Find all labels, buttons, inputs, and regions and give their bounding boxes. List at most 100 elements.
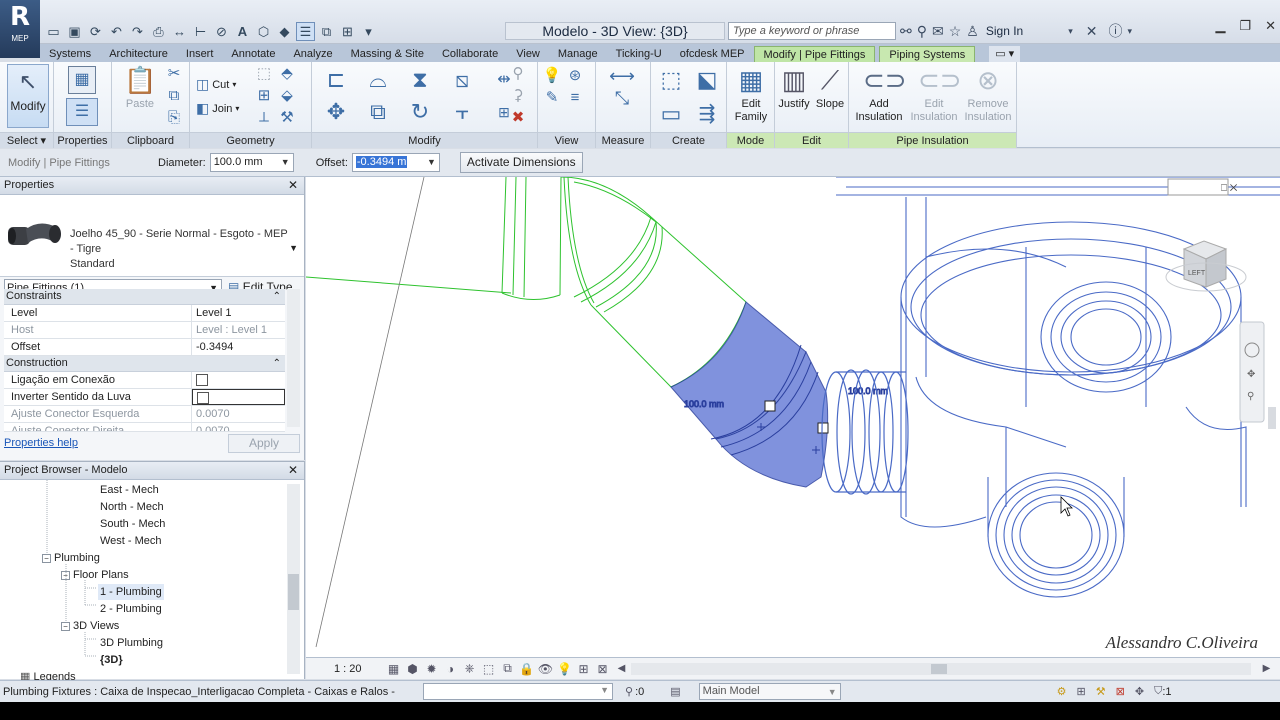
measure-between-icon[interactable]: ⟷ [604, 66, 640, 86]
type-selector[interactable]: Joelho 45_90 - Serie Normal - Esgoto - M… [0, 195, 304, 277]
justify-button[interactable]: ▥ Justify [777, 64, 811, 111]
create-similar-icon[interactable]: ⇶ [691, 98, 723, 130]
diameter-dimension-1[interactable]: 100.0 mm [684, 399, 725, 410]
scroll-thumb[interactable] [288, 574, 299, 610]
select-links-icon[interactable]: ⚙ [1057, 685, 1067, 698]
property-row[interactable]: Inverter Sentido da Luva [4, 389, 285, 406]
viewcube[interactable]: ⎕ ✕ LEFT [1165, 178, 1247, 292]
tag-icon[interactable]: ⊘ [212, 22, 231, 41]
user-icon[interactable]: ♙ [966, 23, 979, 40]
crop-view-icon[interactable]: ⬚ [479, 662, 498, 676]
modify-button[interactable]: ↖ Modify [7, 64, 49, 128]
split-face-icon[interactable]: ⊞ [254, 86, 274, 106]
print-icon[interactable]: ⎙ [149, 22, 168, 41]
tab-insert[interactable]: Insert [177, 46, 223, 62]
3d-viewport[interactable]: 100.0 mm 100.0 mm ⎕ ✕ LEFT ✥ ⚲ Alessandr… [306, 177, 1280, 657]
properties-help-link[interactable]: Properties help [4, 437, 78, 449]
tab-view[interactable]: View [507, 46, 549, 62]
diameter-select[interactable]: 100.0 mm ▼ [209, 153, 294, 172]
shadows-icon[interactable]: ◑ [441, 662, 460, 676]
tab-massing-site[interactable]: Massing & Site [342, 46, 433, 62]
cut-clipboard-icon[interactable]: ✂ [164, 64, 184, 84]
type-properties-icon[interactable]: ▦ [68, 66, 96, 94]
pin-icon[interactable]: ⚲ [508, 64, 528, 84]
browser-scrollbar[interactable] [287, 484, 300, 674]
hammer-icon[interactable]: ⚒ [277, 108, 297, 128]
tab-manage[interactable]: Manage [549, 46, 607, 62]
create-assembly-icon[interactable]: ⬚ [655, 64, 687, 96]
unpin-icon[interactable]: ⚳ [508, 86, 528, 106]
tab-systems[interactable]: Systems [40, 46, 100, 62]
create-parts-icon[interactable]: ⬕ [691, 64, 723, 96]
switch-windows-icon[interactable]: ⊞ [338, 22, 357, 41]
offset-icon[interactable]: ⌓ [360, 64, 396, 96]
binoculars-icon[interactable]: ⚯ [900, 23, 912, 40]
diameter-dimension-2[interactable]: 100.0 mm [848, 386, 889, 397]
application-menu-button[interactable]: R MEP [0, 0, 40, 58]
checkbox[interactable] [196, 374, 208, 386]
open-icon[interactable]: ▭ [44, 22, 63, 41]
property-row[interactable]: Offset -0.3494 [4, 339, 285, 356]
cut-geometry-button[interactable]: ◫ Cut ▾ [196, 76, 236, 93]
navigation-bar[interactable]: ✥ ⚲ [1239, 321, 1265, 423]
filter-icon[interactable]: ⛉ [1154, 685, 1162, 698]
close-icon[interactable]: ✕ [288, 177, 298, 194]
paint-icon[interactable]: ⬙ [277, 86, 297, 106]
scroll-right-icon[interactable]: ▶ [1257, 663, 1276, 674]
property-row[interactable]: Level Level 1 [4, 305, 285, 322]
paintbrush-icon[interactable]: ✎ [542, 88, 562, 108]
save-icon[interactable]: ▣ [65, 22, 84, 41]
linework-icon[interactable]: ≡ [565, 88, 585, 108]
tab-ofcdesk-mep[interactable]: ofcdesk MEP [671, 46, 754, 62]
edit-insulation-button[interactable]: ⊂⊃ Edit Insulation [907, 64, 961, 124]
section-icon[interactable]: ◆ [275, 22, 294, 41]
wall-joins-icon[interactable]: ⬚ [254, 64, 274, 84]
scroll-left-icon[interactable]: ◀ [612, 663, 631, 674]
mirror-draw-icon[interactable]: ⧅ [444, 64, 480, 96]
text-icon[interactable]: A [233, 22, 252, 41]
tab-collaborate[interactable]: Collaborate [433, 46, 507, 62]
detail-level-icon[interactable]: ▦ [384, 662, 403, 676]
copy-element-icon[interactable]: ⧉ [360, 96, 396, 128]
close-icon[interactable]: ✕ [288, 462, 298, 479]
apply-button[interactable]: Apply [228, 434, 300, 453]
visual-style-icon[interactable]: ⬢ [403, 662, 422, 676]
align-icon[interactable]: ⊏ [318, 64, 354, 96]
cope-icon[interactable]: ⬘ [277, 64, 297, 84]
tab-architecture[interactable]: Architecture [100, 46, 177, 62]
trim-extend-icon[interactable]: ⫟ [444, 96, 480, 128]
status-dropdown[interactable]: ▼ [423, 683, 613, 700]
create-group-icon[interactable]: ▭ [655, 98, 687, 130]
sun-path-icon[interactable]: ✹ [422, 662, 441, 676]
remove-insulation-button[interactable]: ⊗ Remove Insulation [961, 64, 1015, 124]
analytical-model-icon[interactable]: ⊞ [574, 662, 593, 676]
search-input[interactable]: Type a keyword or phrase [728, 22, 896, 40]
demolish-icon[interactable]: ⟂ [254, 108, 274, 128]
tab-annotate[interactable]: Annotate [222, 46, 284, 62]
property-row[interactable]: Ligação em Conexão [4, 372, 285, 389]
select-underlay-icon[interactable]: ⊞ [1077, 685, 1086, 698]
drag-elements-icon[interactable]: ✥ [1135, 685, 1144, 698]
help-icon[interactable]: ⓘ [1108, 21, 1122, 41]
default-3d-view-icon[interactable]: ⬡ [254, 22, 273, 41]
exchange-icon[interactable]: ✕ [1086, 23, 1098, 40]
checkbox[interactable] [197, 392, 209, 404]
favorites-icon[interactable]: ☆ [949, 23, 962, 40]
slope-button[interactable]: ⟋ Slope [813, 64, 847, 111]
activate-dimensions-button[interactable]: Activate Dimensions [459, 152, 583, 173]
help-dropdown-icon[interactable]: ▾ [1127, 26, 1132, 37]
highlight-displacement-icon[interactable]: ⊠ [593, 662, 612, 676]
viewport-vscroll[interactable] [1268, 407, 1276, 429]
measure-icon[interactable]: ↔ [170, 22, 189, 41]
copy-icon[interactable]: ⧉ [164, 86, 184, 106]
selection-filter-icon[interactable]: ⚲ [625, 685, 633, 698]
tab-piping-systems[interactable]: Piping Systems [879, 46, 976, 62]
tab-ticking-u[interactable]: Ticking-U [607, 46, 671, 62]
sign-in-button[interactable]: Sign In [986, 24, 1023, 38]
minimize-icon[interactable]: ▁ [1215, 18, 1225, 34]
sign-in-dropdown-icon[interactable]: ▾ [1068, 26, 1073, 37]
select-panel-title[interactable]: Select ▾ [0, 132, 53, 148]
override-icon[interactable]: ⊛ [565, 66, 585, 86]
lock-view-icon[interactable]: 🔒 [517, 662, 536, 676]
join-geometry-button[interactable]: ◧ Join ▾ [196, 100, 239, 117]
